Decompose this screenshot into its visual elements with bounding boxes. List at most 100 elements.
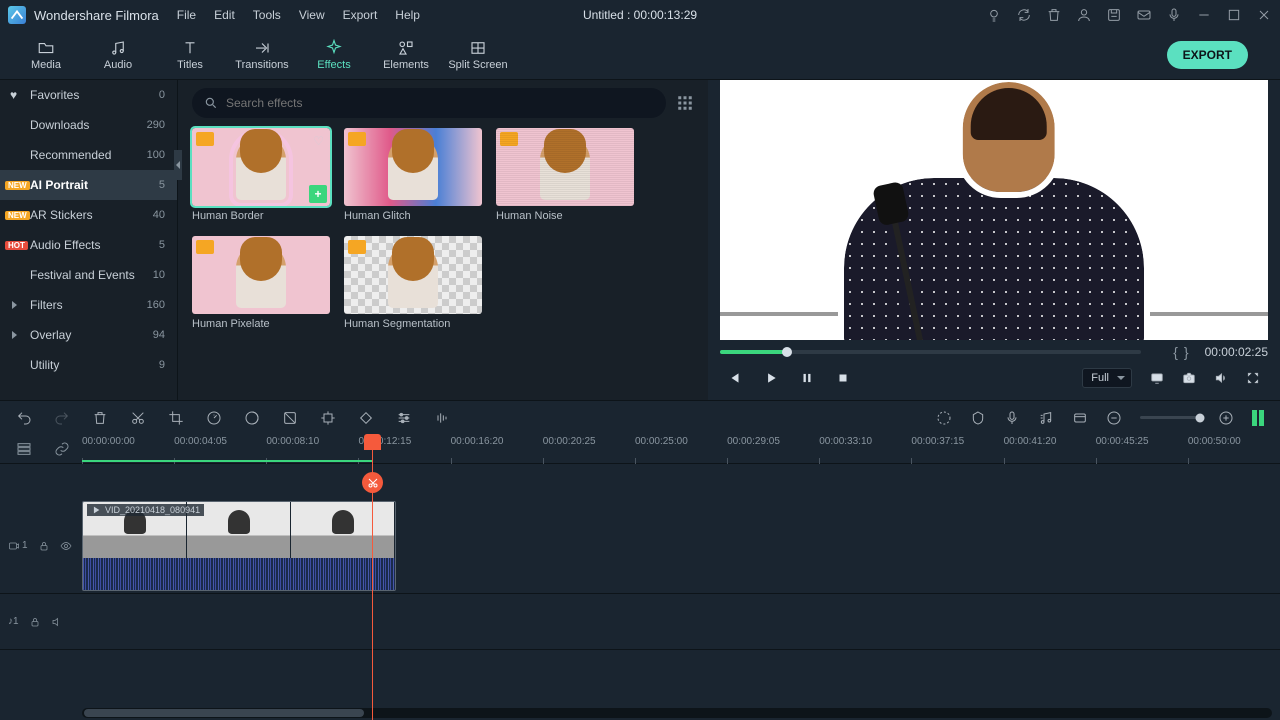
grid-view-icon[interactable] <box>676 94 694 112</box>
menu-view[interactable]: View <box>299 8 325 22</box>
green-screen-icon[interactable] <box>282 410 298 426</box>
effect-human-segmentation[interactable]: Human Segmentation <box>344 236 482 330</box>
lock-icon[interactable] <box>38 540 50 552</box>
mute-icon[interactable] <box>51 616 63 628</box>
sidebar-item-recommended[interactable]: Recommended100 <box>0 140 177 170</box>
speed-icon[interactable] <box>206 410 222 426</box>
search-input[interactable] <box>226 96 654 110</box>
volume-icon[interactable] <box>1214 371 1228 385</box>
effect-human-border[interactable]: ♡+ Human Border <box>192 128 330 222</box>
sidebar-item-ai-portrait[interactable]: NEWAI Portrait5 <box>0 170 177 200</box>
effect-human-pixelate[interactable]: Human Pixelate <box>192 236 330 330</box>
search-box[interactable] <box>192 88 666 118</box>
render-icon[interactable] <box>936 410 952 426</box>
audio-sync-icon[interactable] <box>434 410 450 426</box>
zoom-out-icon[interactable] <box>1106 410 1122 426</box>
preview-viewport[interactable] <box>720 80 1268 340</box>
marker-icon[interactable] <box>970 410 986 426</box>
redo-icon[interactable] <box>54 410 70 426</box>
fullscreen-icon[interactable] <box>1246 371 1260 385</box>
playhead-scissors-icon[interactable] <box>362 472 383 493</box>
delete-icon[interactable] <box>92 410 108 426</box>
cut-icon[interactable] <box>130 410 146 426</box>
audio-mixer-icon[interactable] <box>1038 410 1054 426</box>
mark-out-button[interactable]: } <box>1184 344 1189 360</box>
undo-icon[interactable] <box>16 410 32 426</box>
tab-effects[interactable]: Effects <box>298 30 370 80</box>
mark-in-button[interactable]: { <box>1173 344 1178 360</box>
minimize-icon[interactable] <box>1196 7 1212 23</box>
motion-tracking-icon[interactable] <box>320 410 336 426</box>
tab-elements[interactable]: Elements <box>370 30 442 80</box>
zoom-in-icon[interactable] <box>1218 410 1234 426</box>
effect-human-noise[interactable]: Human Noise <box>496 128 634 222</box>
snapshot-icon[interactable] <box>1182 371 1196 385</box>
add-button[interactable]: + <box>309 185 327 203</box>
stop-icon[interactable] <box>836 371 850 385</box>
zoom-knob[interactable] <box>1196 413 1205 422</box>
scrollbar-thumb[interactable] <box>84 709 364 717</box>
heart-icon: ♥ <box>10 88 17 102</box>
adjust-icon[interactable] <box>396 410 412 426</box>
link-icon[interactable] <box>54 441 70 457</box>
sidebar-item-favorites[interactable]: ♥Favorites0 <box>0 80 177 110</box>
prev-frame-icon[interactable] <box>728 371 742 385</box>
voice-icon[interactable] <box>1166 7 1182 23</box>
close-icon[interactable] <box>1256 7 1272 23</box>
color-icon[interactable] <box>244 410 260 426</box>
export-button[interactable]: EXPORT <box>1167 41 1248 69</box>
download-icon <box>196 132 214 146</box>
maximize-icon[interactable] <box>1226 7 1242 23</box>
effect-human-glitch[interactable]: Human Glitch <box>344 128 482 222</box>
sidebar-collapse-handle[interactable] <box>174 150 182 180</box>
menu-export[interactable]: Export <box>343 8 378 22</box>
timeline-scrollbar[interactable] <box>82 708 1272 718</box>
settings-icon[interactable] <box>1072 410 1088 426</box>
clip-waveform <box>83 558 395 591</box>
play-icon[interactable] <box>764 371 778 385</box>
progress-knob[interactable] <box>782 347 792 357</box>
menu-file[interactable]: File <box>177 8 196 22</box>
mail-icon[interactable] <box>1136 7 1152 23</box>
video-track-header[interactable]: 1 <box>0 498 82 593</box>
visibility-icon[interactable] <box>60 540 72 552</box>
voiceover-icon[interactable] <box>1004 410 1020 426</box>
save-icon[interactable] <box>1106 7 1122 23</box>
menu-tools[interactable]: Tools <box>253 8 281 22</box>
tab-transitions[interactable]: Transitions <box>226 30 298 80</box>
resolution-dropdown[interactable]: Full <box>1082 368 1132 388</box>
sidebar-item-audio-effects[interactable]: HOTAudio Effects5 <box>0 230 177 260</box>
track-manage-icon[interactable] <box>16 441 32 457</box>
audio-track-header[interactable]: ♪1 <box>0 594 82 649</box>
menu-help[interactable]: Help <box>395 8 420 22</box>
marker-split-icon[interactable] <box>1145 344 1161 360</box>
progress-bar[interactable] <box>720 350 1141 354</box>
crop-icon[interactable] <box>168 410 184 426</box>
idea-icon[interactable] <box>986 7 1002 23</box>
caret-right-icon <box>12 301 17 309</box>
account-icon[interactable] <box>1076 7 1092 23</box>
menu-edit[interactable]: Edit <box>214 8 235 22</box>
sidebar-item-ar-stickers[interactable]: NEWAR Stickers40 <box>0 200 177 230</box>
playhead-handle[interactable] <box>364 434 381 450</box>
display-icon[interactable] <box>1150 371 1164 385</box>
zoom-fit-icon[interactable] <box>1252 410 1264 426</box>
lock-icon[interactable] <box>29 616 41 628</box>
tab-media[interactable]: Media <box>10 30 82 80</box>
playhead[interactable] <box>372 434 373 720</box>
sidebar-item-overlay[interactable]: Overlay94 <box>0 320 177 350</box>
sidebar-item-utility[interactable]: Utility9 <box>0 350 177 380</box>
video-clip[interactable]: VID_20210418_080941 <box>82 501 396 591</box>
sidebar-item-filters[interactable]: Filters160 <box>0 290 177 320</box>
trash-icon[interactable] <box>1046 7 1062 23</box>
refresh-icon[interactable] <box>1016 7 1032 23</box>
tab-titles[interactable]: Titles <box>154 30 226 80</box>
zoom-slider[interactable] <box>1140 416 1200 419</box>
pause-icon[interactable] <box>800 371 814 385</box>
sidebar-item-festival[interactable]: Festival and Events10 <box>0 260 177 290</box>
tab-audio[interactable]: Audio <box>82 30 154 80</box>
sidebar-item-downloads[interactable]: Downloads290 <box>0 110 177 140</box>
favorite-icon[interactable]: ♡ <box>313 134 324 148</box>
keyframe-icon[interactable] <box>358 410 374 426</box>
tab-split-screen[interactable]: Split Screen <box>442 30 514 80</box>
